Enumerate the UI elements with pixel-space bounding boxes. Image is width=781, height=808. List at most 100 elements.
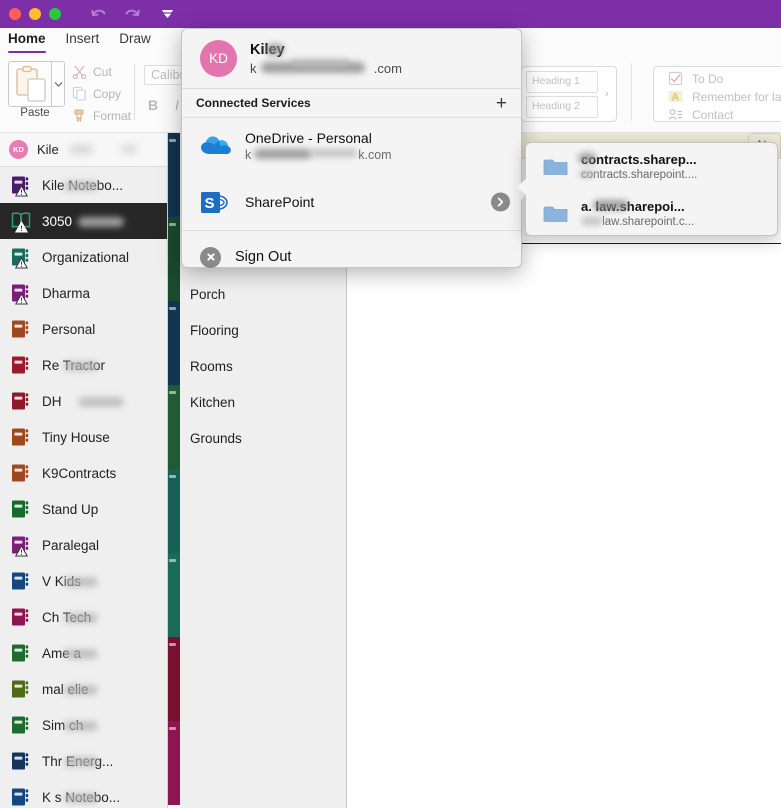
svg-text:S: S bbox=[204, 195, 214, 212]
notebook-icon bbox=[10, 426, 32, 448]
account-popup[interactable]: KD Kiley k .com Connected Services + One… bbox=[181, 28, 530, 268]
service-onedrive-name: OneDrive - Personal bbox=[245, 130, 372, 146]
notebook-item-label: Paralegal bbox=[42, 537, 100, 553]
title-bar bbox=[0, 0, 781, 28]
service-onedrive-account: k k.com bbox=[245, 148, 392, 162]
notebook-icon bbox=[10, 642, 32, 664]
notebook-item-label: Dharma bbox=[42, 285, 91, 301]
service-onedrive[interactable]: OneDrive - Personal k k.com bbox=[182, 118, 521, 174]
onedrive-icon bbox=[201, 136, 231, 154]
notebook-icon bbox=[10, 750, 32, 772]
svg-text:A: A bbox=[671, 92, 679, 104]
notebook-item-label: mal elie bbox=[42, 682, 98, 697]
section-tab[interactable] bbox=[168, 553, 180, 637]
section-tab[interactable] bbox=[168, 217, 180, 301]
notebook-item[interactable]: Thr Energ... bbox=[0, 743, 167, 779]
account-email: k .com bbox=[250, 58, 402, 76]
tab-insert[interactable]: Insert bbox=[66, 28, 100, 55]
tag-contact-label: Contact bbox=[692, 107, 734, 122]
notebook-item-label: Personal bbox=[42, 321, 96, 337]
tag-contact[interactable]: Contact bbox=[668, 107, 733, 122]
sharepoint-sites-submenu[interactable]: contracts.sharep... contracts.sharepoint… bbox=[517, 142, 778, 237]
notebook-icon bbox=[10, 246, 32, 269]
tag-to-do[interactable]: To Do bbox=[668, 71, 723, 86]
notebook-item-label: Tiny House bbox=[42, 429, 110, 445]
tag-remember-label: Remember for later bbox=[692, 89, 781, 104]
page-list-item[interactable]: Rooms bbox=[180, 348, 346, 384]
minimize-button[interactable] bbox=[29, 8, 41, 20]
sharepoint-site-2[interactable]: a. law.sharepoi... law.sharepoint.c... bbox=[526, 190, 777, 237]
tab-draw[interactable]: Draw bbox=[119, 28, 151, 55]
notebook-item[interactable]: Re Tractor bbox=[0, 347, 167, 383]
sidebar-account-name: Kile bbox=[37, 142, 137, 157]
customize-qat-icon[interactable] bbox=[160, 8, 175, 20]
sidebar-account-row[interactable]: KD Kile bbox=[0, 133, 167, 167]
section-tab[interactable] bbox=[168, 469, 180, 553]
notebook-item[interactable]: 3050 bbox=[0, 203, 167, 239]
notebook-icon bbox=[10, 786, 32, 808]
undo-icon[interactable] bbox=[89, 6, 108, 23]
notebook-item[interactable]: DH bbox=[0, 383, 167, 419]
tag-to-do-label: To Do bbox=[692, 71, 724, 86]
notebook-item-label: Ch Tech bbox=[42, 610, 98, 625]
notebook-item[interactable]: mal elie bbox=[0, 671, 167, 707]
notebook-item-label: K s Notebo... bbox=[42, 789, 121, 805]
section-tab[interactable] bbox=[168, 385, 180, 469]
maximize-button[interactable] bbox=[49, 8, 61, 20]
notebook-item[interactable]: Ame a bbox=[0, 635, 167, 671]
notebook-item[interactable]: Stand Up bbox=[0, 491, 167, 527]
section-tab[interactable] bbox=[168, 637, 180, 721]
x-circle-icon bbox=[200, 246, 221, 268]
notebook-icon bbox=[10, 354, 32, 376]
sharepoint-site-1[interactable]: contracts.sharep... contracts.sharepoint… bbox=[526, 143, 777, 190]
notebook-item[interactable]: Dharma bbox=[0, 275, 167, 311]
notebook-sidebar[interactable]: KD Kile Kile Notebo... 3050 Organizational… bbox=[0, 133, 168, 808]
page-list-item[interactable]: Kitchen bbox=[180, 384, 346, 420]
close-button[interactable] bbox=[9, 8, 21, 20]
sync-warning-icon bbox=[14, 292, 29, 310]
notebook-item[interactable]: Ch Tech bbox=[0, 599, 167, 635]
notebook-item[interactable]: Kile Notebo... bbox=[0, 167, 167, 203]
plus-icon[interactable]: + bbox=[496, 94, 507, 113]
checkbox-icon bbox=[668, 71, 683, 86]
tab-home[interactable]: Home bbox=[8, 28, 46, 55]
service-sharepoint[interactable]: S SharePoint bbox=[182, 174, 521, 230]
notebook-item[interactable]: Sim ch bbox=[0, 707, 167, 743]
section-tab-strip[interactable] bbox=[168, 133, 180, 808]
notebook-icon bbox=[10, 462, 32, 484]
section-tab[interactable] bbox=[168, 301, 180, 385]
section-tab[interactable] bbox=[168, 133, 180, 217]
notebook-item[interactable]: V Kids bbox=[0, 563, 167, 599]
chevron-right-icon[interactable] bbox=[491, 192, 510, 212]
page-list-item[interactable]: Grounds bbox=[180, 420, 346, 456]
sync-warning-icon bbox=[14, 544, 29, 562]
redo-icon[interactable] bbox=[123, 6, 142, 23]
avatar: KD bbox=[200, 40, 237, 77]
notebook-item[interactable]: Personal bbox=[0, 311, 167, 347]
open-notebook-icon bbox=[10, 210, 32, 233]
sharepoint-site-2-name: a. law.sharepoi... bbox=[581, 199, 685, 214]
sharepoint-icon: S bbox=[201, 191, 228, 213]
notebook-icon bbox=[10, 678, 32, 700]
contact-icon bbox=[668, 108, 682, 120]
sign-out-row[interactable]: Sign Out bbox=[182, 231, 521, 283]
page-list-item[interactable]: Flooring bbox=[180, 312, 346, 348]
notebook-item[interactable]: Paralegal bbox=[0, 527, 167, 563]
sharepoint-site-1-url: contracts.sharepoint.... bbox=[579, 169, 698, 181]
notebook-icon bbox=[10, 714, 32, 736]
notebook-icon bbox=[10, 606, 32, 628]
notebook-item[interactable]: K9Contracts bbox=[0, 455, 167, 491]
window-controls bbox=[9, 8, 61, 20]
sharepoint-site-1-name: contracts.sharep... bbox=[578, 152, 697, 167]
notebook-item[interactable]: Tiny House bbox=[0, 419, 167, 455]
section-tab[interactable] bbox=[168, 721, 180, 805]
notebook-icon bbox=[10, 534, 32, 557]
notebook-list[interactable]: Kile Notebo... 3050 Organizational Dharma Pe… bbox=[0, 167, 167, 808]
notebook-item[interactable]: K s Notebo... bbox=[0, 779, 167, 808]
notebook-item[interactable]: Organizational bbox=[0, 239, 167, 275]
tag-remember-for-later[interactable]: A Remember for later bbox=[668, 89, 781, 104]
folder-icon bbox=[543, 159, 568, 175]
quick-access-toolbar bbox=[89, 6, 175, 23]
notebook-item-label: Re Tractor bbox=[42, 357, 106, 373]
sync-warning-icon bbox=[14, 256, 29, 274]
